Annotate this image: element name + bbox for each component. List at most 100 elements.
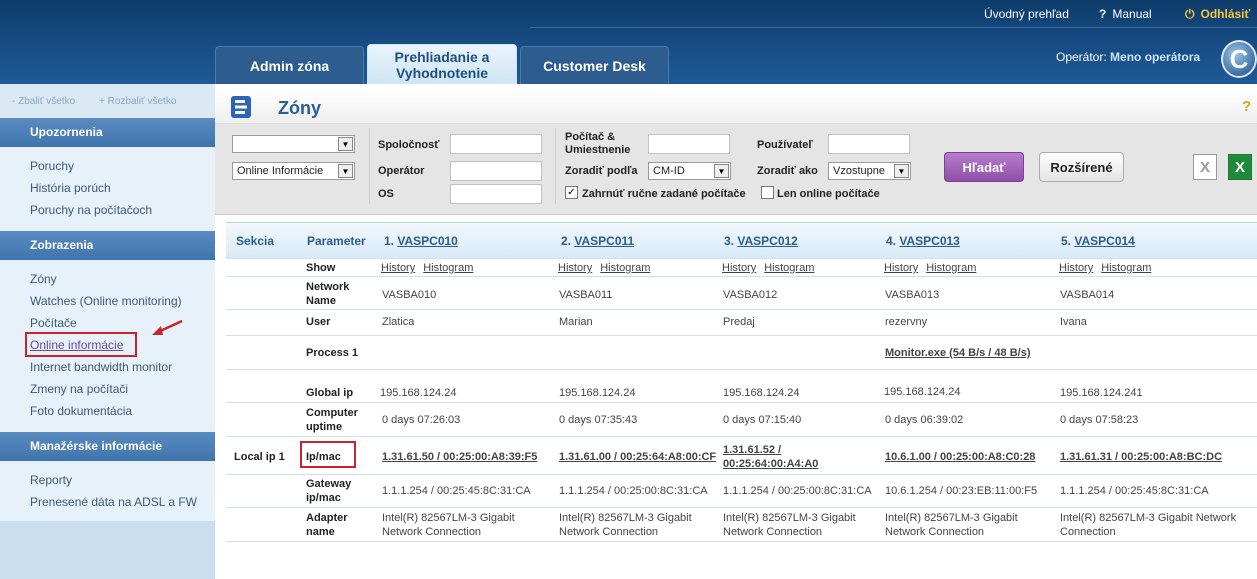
- table-header: Sekcia Parameter 1. VASPC010 2. VASPC011…: [226, 222, 1257, 258]
- gateway-cell: 10.6.1.254 / 00:23:EB:11:00:F5: [885, 485, 1038, 497]
- home-overview-link[interactable]: Úvodný prehľad: [984, 7, 1069, 21]
- zone-select[interactable]: ▼: [232, 135, 355, 153]
- ipmac-link[interactable]: 1.31.61.50 / 00:25:00:A8:39:F5: [382, 450, 537, 464]
- column-number: 5.: [1061, 234, 1072, 248]
- online-only-checkbox[interactable]: [761, 186, 774, 199]
- highlight-box-online-info: [25, 332, 137, 357]
- sidebar-item-watches[interactable]: Watches (Online monitoring): [30, 294, 182, 308]
- question-icon: ?: [1099, 7, 1107, 21]
- network-name-cell: VASBA012: [723, 289, 778, 301]
- sort-by-label: Zoradiť podľa: [565, 165, 638, 177]
- ipmac-link[interactable]: 1.31.61.00 / 00:25:64:A8:00:CF: [559, 450, 716, 464]
- sidebar-section-views[interactable]: Zobrazenia: [0, 231, 215, 260]
- show-links: History Histogram: [558, 261, 658, 275]
- process-link[interactable]: Monitor.exe (54 B/s / 48 B/s): [885, 346, 1031, 360]
- history-link[interactable]: History: [1059, 262, 1093, 274]
- history-link[interactable]: History: [558, 262, 592, 274]
- user-filter-label: Používateľ: [757, 139, 813, 151]
- user-cell: Marian: [559, 316, 593, 328]
- help-icon[interactable]: ?: [1242, 98, 1251, 115]
- parameter-column-header: Parameter: [307, 234, 366, 248]
- pc-link[interactable]: VASPC011: [574, 234, 634, 248]
- pc-link[interactable]: VASPC012: [737, 234, 797, 248]
- excel-export-disabled-icon[interactable]: X: [1193, 154, 1217, 180]
- param-gateway-line2: ip/mac: [306, 492, 341, 504]
- sidebar-item-faults[interactable]: Poruchy: [30, 159, 74, 173]
- ipmac-link[interactable]: 10.6.1.00 / 00:25:00:A8:C0:28: [885, 450, 1035, 464]
- user-cell: rezervny: [885, 316, 928, 328]
- param-show: Show: [306, 262, 336, 274]
- sidebar-item-computer-changes[interactable]: Zmeny na počítači: [30, 382, 128, 396]
- user-input[interactable]: [828, 134, 910, 154]
- expand-all-link[interactable]: + Rozbaliť všetko: [99, 96, 176, 107]
- gateway-cell: 1.1.1.254 / 00:25:00:8C:31:CA: [559, 485, 708, 497]
- uptime-cell: 0 days 07:58:23: [1060, 414, 1139, 426]
- history-link[interactable]: History: [884, 262, 918, 274]
- adapter-cell-line1: Intel(R) 82567LM-3 Gigabit: [559, 512, 692, 524]
- ipmac-link-line1[interactable]: 1.31.61.52 /: [723, 443, 781, 457]
- global-ip-cell: 195.168.124.24: [723, 387, 800, 399]
- ipmac-link[interactable]: 1.31.61.31 / 00:25:00:A8:BC:DC: [1060, 450, 1222, 464]
- view-select-value: Online Informácie: [237, 165, 324, 177]
- tab-browse-evaluate[interactable]: Prehliadanie a Vyhodnotenie: [367, 44, 517, 84]
- tab-customer-desk[interactable]: Customer Desk: [520, 46, 669, 84]
- sidebar-section-management[interactable]: Manažérske informácie: [0, 432, 215, 461]
- param-global-ip: Global ip: [306, 387, 354, 399]
- column-number: 1.: [384, 234, 395, 248]
- company-input[interactable]: [450, 134, 542, 154]
- red-arrow-icon: [152, 319, 183, 335]
- sidebar-item-photo-docs[interactable]: Foto dokumentácia: [30, 404, 132, 418]
- adapter-cell-line2: Connection: [1060, 526, 1116, 538]
- search-button[interactable]: Hľadať: [944, 152, 1024, 182]
- user-cell: Zlatica: [382, 316, 415, 328]
- histogram-link[interactable]: Histogram: [764, 262, 814, 274]
- history-link[interactable]: History: [722, 262, 756, 274]
- operator-name: Meno operátora: [1110, 50, 1201, 64]
- collapse-all-link[interactable]: - Zbaliť všetko: [12, 96, 75, 107]
- histogram-link[interactable]: Histogram: [423, 262, 473, 274]
- logout-link[interactable]: ⏻ Odhlásiť: [1185, 7, 1250, 22]
- global-ip-cell: 195.168.124.24: [380, 387, 457, 399]
- sidebar-item-reports[interactable]: Reporty: [30, 473, 72, 487]
- histogram-link[interactable]: Histogram: [1101, 262, 1151, 274]
- sidebar-section-alerts[interactable]: Upozornenia: [0, 118, 215, 147]
- gateway-cell: 1.1.1.254 / 00:25:00:8C:31:CA: [723, 485, 872, 497]
- operator-input[interactable]: [450, 161, 542, 181]
- row-divider: [226, 276, 1257, 277]
- param-gateway-line1: Gateway: [306, 478, 352, 490]
- gateway-cell: 1.1.1.254 / 00:25:45:8C:31:CA: [1060, 485, 1209, 497]
- pc-link[interactable]: VASPC010: [397, 234, 457, 248]
- pc-link[interactable]: VASPC013: [899, 234, 959, 248]
- sidebar-item-computer-faults[interactable]: Poruchy na počítačoch: [30, 203, 152, 217]
- uptime-cell: 0 days 06:39:02: [885, 414, 964, 426]
- tab-admin-zone[interactable]: Admin zóna: [215, 46, 364, 84]
- view-select[interactable]: Online Informácie ▼: [232, 162, 355, 180]
- pc-link[interactable]: VASPC014: [1074, 234, 1134, 248]
- sort-as-value: Vzostupne: [833, 165, 885, 177]
- sidebar-item-computers[interactable]: Počítače: [30, 316, 77, 330]
- adapter-cell-line2: Network Connection: [559, 526, 659, 538]
- os-input[interactable]: [450, 184, 542, 204]
- show-links: History Histogram: [722, 261, 822, 275]
- sidebar-item-fault-history[interactable]: História porúch: [30, 181, 111, 195]
- row-divider: [226, 541, 1257, 542]
- sort-by-select[interactable]: CM-ID ▼: [648, 162, 731, 180]
- sidebar-item-adsl-fw-data[interactable]: Prenesené dáta na ADSL a FW: [30, 495, 197, 509]
- manual-link[interactable]: ? Manual: [1099, 7, 1152, 21]
- sidebar-item-bandwidth-monitor[interactable]: Internet bandwidth monitor: [30, 360, 172, 374]
- ipmac-link-line2[interactable]: 00:25:64:00:A4:A0: [723, 457, 818, 471]
- excel-export-icon[interactable]: X: [1228, 154, 1252, 180]
- section-column-header: Sekcia: [236, 234, 275, 248]
- sort-as-select[interactable]: Vzostupne ▼: [828, 162, 911, 180]
- histogram-link[interactable]: Histogram: [600, 262, 650, 274]
- uptime-cell: 0 days 07:15:40: [723, 414, 802, 426]
- global-ip-cell: 195.168.124.24: [559, 387, 636, 399]
- adapter-cell-line1: Intel(R) 82567LM-3 Gigabit: [723, 512, 856, 524]
- online-only-label: Len online počítače: [777, 188, 880, 200]
- include-manual-checkbox[interactable]: ✓: [565, 186, 578, 199]
- computer-input[interactable]: [648, 134, 730, 154]
- advanced-button[interactable]: Rozšírené: [1039, 152, 1124, 182]
- sidebar-item-zones[interactable]: Zóny: [30, 272, 57, 286]
- histogram-link[interactable]: Histogram: [926, 262, 976, 274]
- history-link[interactable]: History: [381, 262, 415, 274]
